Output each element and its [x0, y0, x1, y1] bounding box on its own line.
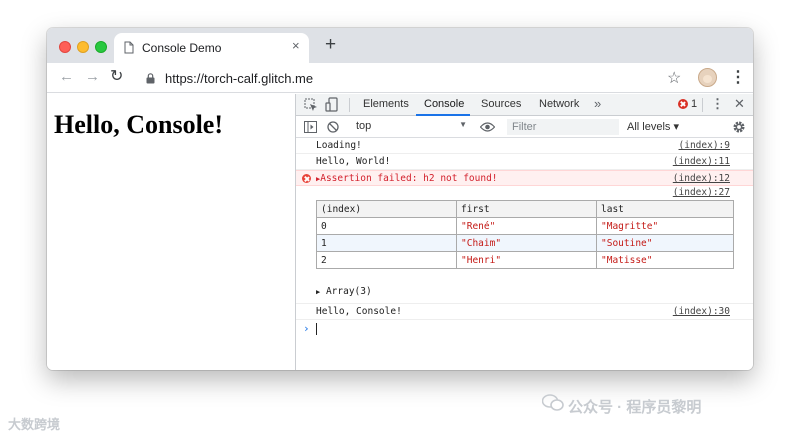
address-bar[interactable]: https://torch-calf.glitch.me [165, 71, 313, 86]
source-link[interactable]: (index):9 [679, 140, 730, 151]
table-row: 0 "René" "Magritte" [316, 217, 734, 235]
console-input[interactable] [316, 323, 317, 335]
table-cell: 1 [316, 234, 457, 252]
filter-input[interactable] [507, 119, 619, 135]
log-levels-dropdown[interactable]: All levels ▾ [627, 120, 679, 133]
tab-strip: Console Demo × + [47, 28, 753, 63]
array-summary[interactable]: Array(3) [326, 286, 372, 297]
error-count[interactable]: 1 [691, 98, 697, 110]
tab-close-icon[interactable]: × [292, 38, 300, 53]
table-row: 2 "Henri" "Matisse" [316, 251, 734, 269]
close-window-button[interactable] [59, 41, 71, 53]
chevron-down-icon: ▼ [459, 120, 467, 129]
watermark-right: 公众号 · 程序员黎明 [568, 399, 702, 416]
sidebar-toggle-icon[interactable] [304, 121, 317, 133]
inspect-element-icon[interactable] [304, 98, 318, 112]
table-header-row: (index) first last [316, 200, 734, 218]
expand-triangle-icon[interactable]: ▶ [316, 288, 320, 296]
minimize-window-button[interactable] [77, 41, 89, 53]
lock-icon [146, 73, 155, 84]
source-link[interactable]: (index):30 [673, 306, 730, 317]
console-output: Loading! (index):9 Hello, World! (index)… [296, 138, 753, 370]
console-filter-bar: top ▼ All levels ▾ [296, 116, 753, 138]
page-heading: Hello, Console! [54, 110, 223, 139]
table-cell: "Henri" [456, 251, 597, 269]
column-header[interactable]: (index) [316, 200, 457, 218]
toolbar-divider [702, 98, 703, 112]
more-tabs-icon[interactable]: » [594, 96, 601, 111]
clear-console-icon[interactable] [327, 121, 339, 133]
console-message: Hello, World! (index):11 [296, 154, 753, 170]
device-toolbar-icon[interactable] [325, 97, 339, 112]
bookmark-star-icon[interactable]: ☆ [667, 68, 681, 88]
message-text: Hello, World! [316, 156, 391, 167]
message-text: Loading! [316, 140, 362, 151]
context-select[interactable]: top ▼ [354, 119, 469, 135]
profile-avatar[interactable] [698, 68, 717, 87]
watermark-left: 大数跨境 [8, 417, 61, 432]
table-cell: "Soutine" [596, 234, 734, 252]
browser-window: Console Demo × + ← → ↻ https://torch-cal… [47, 28, 753, 370]
source-link[interactable]: (index):12 [673, 173, 730, 184]
forward-button[interactable]: → [85, 68, 100, 85]
table-cell: "Chaim" [456, 234, 597, 252]
console-message: Loading! (index):9 [296, 138, 753, 154]
back-button[interactable]: ← [59, 68, 74, 85]
page-icon [124, 41, 134, 54]
page-content: Hello, Console! [47, 94, 295, 370]
context-value: top [356, 120, 372, 132]
source-link[interactable]: (index):27 [673, 187, 730, 198]
tab-sources[interactable]: Sources [481, 98, 521, 110]
table-cell: 2 [316, 251, 457, 269]
column-header[interactable]: first [456, 200, 597, 218]
browser-toolbar: ← → ↻ https://torch-calf.glitch.me ☆ ⋮ [47, 63, 753, 93]
eye-icon[interactable] [480, 122, 495, 132]
table-cell: "Matisse" [596, 251, 734, 269]
browser-menu-icon[interactable]: ⋮ [730, 67, 746, 87]
gear-icon[interactable] [732, 120, 746, 134]
table-row: 1 "Chaim" "Soutine" [316, 234, 734, 252]
toolbar-divider [349, 98, 350, 112]
tab-console-demo[interactable]: Console Demo × [114, 33, 309, 63]
console-table: (index) first last 0 "René" "Magritte" 1… [316, 200, 734, 269]
devtools-tab-bar: Elements Console Sources Network » 1 ⋮ ✕ [296, 94, 753, 116]
reload-button[interactable]: ↻ [110, 66, 123, 86]
error-icon [302, 174, 311, 183]
message-text: Hello, Console! [316, 306, 402, 317]
console-message: Hello, Console! (index):30 [296, 304, 753, 320]
message-text: Assertion failed: h2 not found! [320, 173, 498, 184]
tab-elements[interactable]: Elements [363, 98, 409, 110]
table-cell: 0 [316, 217, 457, 235]
table-cell: "Magritte" [596, 217, 734, 235]
table-cell: "René" [456, 217, 597, 235]
tab-console[interactable]: Console [424, 98, 464, 110]
maximize-window-button[interactable] [95, 41, 107, 53]
console-error-message[interactable]: ▶Assertion failed: h2 not found! (index)… [296, 170, 753, 186]
error-count-icon[interactable] [678, 99, 688, 109]
column-header[interactable]: last [596, 200, 734, 218]
devtools-panel: Elements Console Sources Network » 1 ⋮ ✕ [295, 94, 753, 370]
console-prompt-icon: › [303, 322, 310, 335]
devtools-menu-icon[interactable]: ⋮ [711, 96, 724, 112]
source-link[interactable]: (index):11 [673, 156, 730, 167]
devtools-close-icon[interactable]: ✕ [734, 96, 745, 112]
new-tab-button[interactable]: + [325, 35, 336, 55]
tab-network[interactable]: Network [539, 98, 579, 110]
wechat-logo-icon [542, 394, 564, 411]
tab-title: Console Demo [142, 41, 222, 55]
